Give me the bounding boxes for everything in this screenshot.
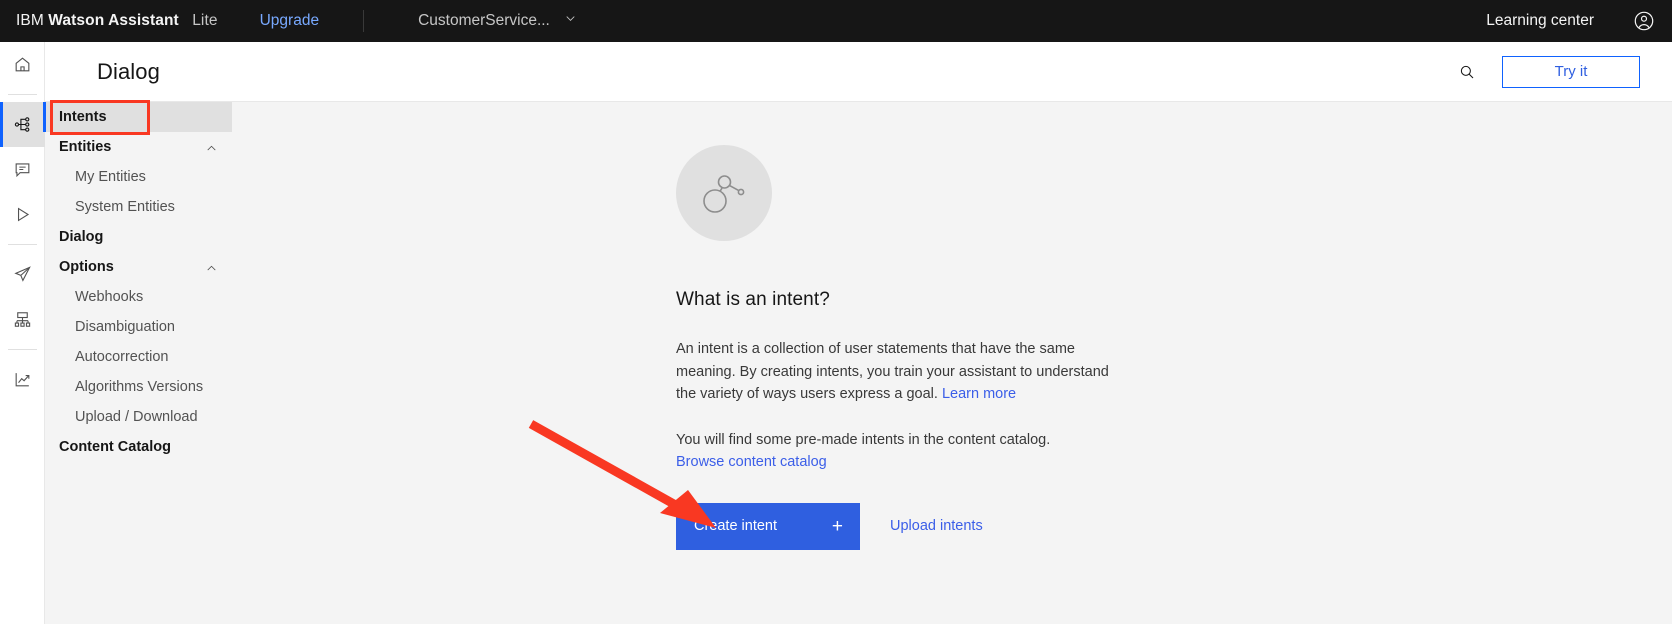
dialog-sidebar-nav: Intents Entities My Entities System Entitie… [43,102,232,624]
plan-badge: Lite [192,12,218,29]
sidebar-item-label: Upload / Download [75,409,198,425]
sidebar-item-label: Disambiguation [75,319,175,335]
learning-center-link[interactable]: Learning center [1486,12,1594,30]
rail-item-assistants[interactable] [0,147,45,192]
sidebar-item-label: Autocorrection [75,349,169,365]
create-intent-button[interactable]: Create intent + [676,502,860,550]
rail-item-home[interactable] [0,42,45,87]
rail-divider [7,94,37,95]
empty-state-paragraph-2: You will find some pre-made intents in t… [676,429,1146,474]
left-icon-rail [0,42,45,624]
chevron-up-icon[interactable] [205,141,218,154]
sidebar-item-label: Algorithms Versions [75,379,204,395]
empty-state-paragraph-2-text: You will find some pre-made intents in t… [676,431,1051,448]
sidebar-item-entities[interactable]: Entities [45,132,232,162]
product-brand: IBM Watson Assistant Lite [16,12,218,30]
rail-item-preview[interactable] [0,192,45,237]
brand-name: Watson Assistant [48,12,179,29]
browse-content-catalog-link[interactable]: Browse content catalog [676,454,827,470]
rail-divider [7,244,37,245]
sidebar-item-label: Entities [59,139,112,155]
chevron-down-icon [564,12,577,30]
page-title: Dialog [97,58,160,84]
empty-state-heading: What is an intent? [676,289,830,310]
sidebar-item-label: My Entities [75,169,146,185]
upload-intents-link[interactable]: Upload intents [890,518,983,534]
rail-item-integrations[interactable] [0,297,45,342]
learn-more-link[interactable]: Learn more [942,386,1016,402]
sidebar-item-label: Options [59,259,114,275]
search-icon[interactable] [1452,57,1482,87]
chevron-up-icon[interactable] [205,261,218,274]
sidebar-item-intents[interactable]: Intents [43,102,232,132]
rail-item-analytics[interactable] [0,357,45,402]
sidebar-item-label: Dialog [59,229,104,245]
plus-icon: + [831,515,843,537]
user-avatar-icon[interactable] [1630,7,1658,35]
global-header: IBM Watson Assistant Lite Upgrade Custom… [0,0,1672,42]
page-header: Dialog Try it [45,42,1672,102]
empty-state-actions: Create intent + Upload intents [676,502,1146,550]
sidebar-item-dialog[interactable]: Dialog [45,222,232,252]
sidebar-item-autocorrection[interactable]: Autocorrection [45,342,232,372]
sidebar-item-label: System Entities [75,199,175,215]
try-it-button[interactable]: Try it [1502,55,1640,88]
sidebar-item-options[interactable]: Options [45,252,232,282]
header-divider [363,10,365,32]
sidebar-item-upload-download[interactable]: Upload / Download [45,402,232,432]
intent-node-graph-icon [676,145,772,241]
rail-item-publish[interactable] [0,252,45,297]
sidebar-item-label: Webhooks [75,289,144,305]
empty-state-paragraph-1-text: An intent is a collection of user statem… [676,341,1109,402]
rail-item-skills[interactable] [0,102,45,147]
sidebar-item-disambiguation[interactable]: Disambiguation [45,312,232,342]
watson-assistant-window: IBM Watson Assistant Lite Upgrade Custom… [0,0,1672,624]
sidebar-item-content-catalog[interactable]: Content Catalog [45,432,232,462]
sidebar-item-webhooks[interactable]: Webhooks [45,282,232,312]
sidebar-item-algorithms-versions[interactable]: Algorithms Versions [45,372,232,402]
empty-state-paragraph-1: An intent is a collection of user statem… [676,338,1124,406]
sidebar-item-my-entities[interactable]: My Entities [45,162,232,192]
skill-switcher-label: CustomerService... [418,12,550,29]
intents-empty-state: What is an intent? An intent is a collec… [676,145,1146,550]
rail-divider [7,349,37,350]
upgrade-link[interactable]: Upgrade [260,12,319,30]
create-intent-button-label: Create intent [694,518,778,534]
skill-switcher[interactable]: CustomerService... [418,12,577,30]
sidebar-item-system-entities[interactable]: System Entities [45,192,232,222]
sidebar-item-label: Content Catalog [59,439,171,455]
main-content: What is an intent? An intent is a collec… [232,102,1672,624]
brand-prefix: IBM [16,12,44,29]
sidebar-item-label: Intents [59,109,107,125]
